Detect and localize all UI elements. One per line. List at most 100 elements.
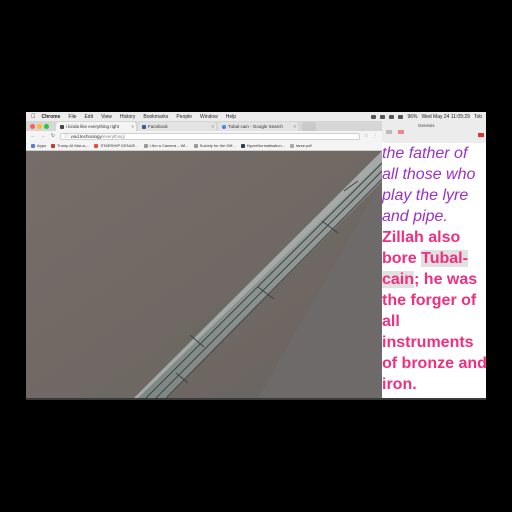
tab-google-search[interactable]: Tubal-cain - Google Search ×: [218, 122, 298, 131]
document-text-run: the father of: [382, 145, 468, 162]
bookmark-star-icon[interactable]: ☆: [364, 133, 368, 139]
document-line: the forger of: [382, 290, 476, 311]
screen:  Chrome File Edit View History Bookmark…: [26, 112, 486, 398]
document-line: the father of: [382, 143, 467, 164]
document-text-run: Zillah also: [382, 229, 461, 246]
cloud-icon[interactable]: [380, 114, 386, 119]
bookmark-label: tarse.pdf: [296, 143, 312, 148]
highlight-icon[interactable]: [398, 130, 404, 134]
document-line: all those who: [382, 164, 475, 185]
info-icon[interactable]: ⓘ: [64, 133, 69, 139]
clock[interactable]: Wed May 24 11:05:29: [421, 114, 469, 120]
back-arrow-icon[interactable]: ←: [30, 133, 36, 139]
annotate-icon[interactable]: [478, 133, 484, 137]
close-tab-icon[interactable]: ×: [211, 124, 214, 129]
bookmark-label: STARSHIP DENUE...: [100, 143, 139, 148]
bookmark-label: Trump At Mar-a-...: [57, 143, 90, 148]
close-tab-icon[interactable]: ×: [131, 124, 134, 129]
bookmark-favicon: [51, 143, 56, 148]
bookmark-item[interactable]: I Am a Camera – Wi...: [143, 143, 189, 148]
battery-percent[interactable]: 96%: [407, 114, 417, 120]
menu-help[interactable]: Help: [226, 114, 236, 120]
menu-app-name[interactable]: Chrome: [42, 114, 61, 120]
document-line: Zillah also: [382, 227, 460, 248]
document-text-run: all those who: [382, 166, 476, 183]
document-line: bore Tubal-: [382, 248, 468, 269]
document-line: all: [382, 311, 400, 332]
new-tab-button[interactable]: [302, 122, 316, 131]
user-name[interactable]: Tob: [474, 114, 482, 120]
wifi-icon[interactable]: [389, 114, 395, 119]
menu-edit[interactable]: Edit: [84, 114, 93, 120]
document-text-run: play the lyre: [382, 187, 469, 204]
volume-icon[interactable]: [398, 114, 404, 119]
document-text-run: Tubal-: [421, 250, 468, 267]
document-line: play the lyre: [382, 185, 468, 206]
document-text-run: all: [382, 313, 400, 330]
tab-label: i kinda like everything right: [66, 124, 120, 129]
document-line: cain; he was: [382, 269, 477, 290]
close-window-icon[interactable]: [30, 124, 35, 129]
document-line: instruments: [382, 332, 474, 353]
document-text-run: instruments: [382, 334, 474, 351]
document-text: the father of all those who play the lyre a…: [382, 143, 486, 398]
bookmark-favicon: [240, 143, 245, 148]
document-text-run: iron.: [382, 376, 417, 393]
bookmark-item[interactable]: tarse.pdf: [290, 143, 312, 148]
sidebar-toggle-icon[interactable]: [386, 130, 392, 134]
document-text-run: cain: [382, 271, 415, 288]
tab-favicon: [60, 124, 64, 129]
wikipedia-icon: [193, 143, 198, 148]
dropbox-icon[interactable]: [371, 114, 377, 119]
pdf-icon: [290, 143, 295, 148]
bookmark-item[interactable]: Trump At Mar-a-...: [51, 143, 89, 148]
bookmark-apps[interactable]: Apps: [31, 143, 46, 148]
url-host: void.technology: [70, 133, 102, 139]
bookmark-label: Society for the Diff...: [199, 143, 236, 148]
document-line: and pipe.: [382, 206, 448, 227]
bookmarks-bar: Apps Trump At Mar-a-... STARSHIP DENUE..…: [26, 141, 382, 151]
bookmark-label: HyperNormalisation...: [246, 143, 286, 148]
menu-window[interactable]: Window: [200, 114, 218, 120]
document-text-run: ; he was: [414, 271, 478, 288]
browser-toolbar: ← → ↻ ⓘ void.technology/everything/ ☆ ⋮: [26, 131, 382, 141]
bookmark-item[interactable]: Society for the Diff...: [193, 143, 236, 148]
wikipedia-icon: [143, 143, 148, 148]
menu-file[interactable]: File: [68, 114, 76, 120]
apps-grid-icon: [31, 143, 35, 148]
menu-bookmarks[interactable]: Bookmarks: [143, 114, 168, 120]
google-icon: [222, 124, 226, 129]
facebook-icon: [142, 124, 146, 129]
apple-icon[interactable]: : [31, 114, 36, 120]
bookmark-label: I Am a Camera – Wi...: [149, 143, 189, 148]
document-window: Genesis the father of all those who play t…: [382, 121, 486, 398]
bookmark-item[interactable]: STARSHIP DENUE...: [94, 143, 139, 148]
menu-view[interactable]: View: [101, 114, 112, 120]
chrome-menu-icon[interactable]: ⋮: [372, 133, 377, 139]
tab-everything[interactable]: i kinda like everything right ×: [56, 122, 136, 131]
document-line: of bronze and: [382, 353, 486, 374]
tab-facebook[interactable]: Facebook ×: [138, 122, 216, 131]
page-content-image: [26, 151, 382, 398]
document-text-run: bore: [382, 250, 422, 267]
browser-tab-bar: i kinda like everything right × Facebook…: [26, 121, 382, 131]
address-bar[interactable]: ⓘ void.technology/everything/: [60, 132, 360, 140]
document-text-run: and pipe.: [382, 208, 448, 225]
reload-icon[interactable]: ↻: [50, 133, 56, 139]
youtube-icon: [94, 143, 99, 148]
forward-arrow-icon[interactable]: →: [40, 133, 46, 139]
url-path: /everything/: [101, 133, 126, 139]
bookmark-label: Apps: [37, 143, 47, 148]
mac-menubar:  Chrome File Edit View History Bookmark…: [26, 112, 486, 121]
tab-label: Tubal-cain - Google Search: [228, 124, 283, 129]
menu-history[interactable]: History: [120, 114, 136, 120]
document-text-run: the forger of: [382, 292, 477, 309]
document-tab-title: Genesis: [418, 123, 435, 128]
minimize-window-icon[interactable]: [37, 124, 42, 129]
wood-planks-image: [26, 151, 382, 398]
menu-people[interactable]: People: [176, 114, 192, 120]
zoom-window-icon[interactable]: [44, 124, 49, 129]
bookmark-item[interactable]: HyperNormalisation...: [240, 143, 286, 148]
document-text-run: of bronze and: [382, 355, 486, 372]
close-tab-icon[interactable]: ×: [293, 124, 296, 129]
